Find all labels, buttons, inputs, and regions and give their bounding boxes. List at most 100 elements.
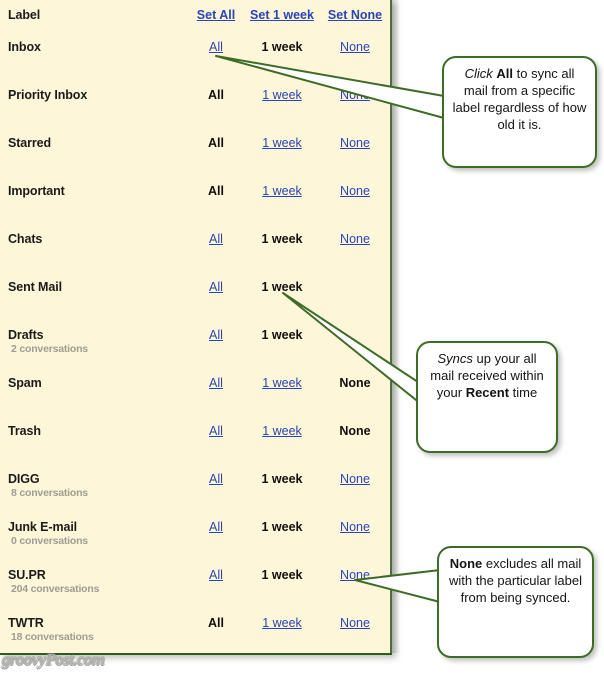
table-row: Spam All 1 week None xyxy=(0,376,392,424)
row-label-inbox: Inbox xyxy=(8,40,41,54)
option-1week-important[interactable]: 1 week xyxy=(244,184,320,198)
option-none-chats-text[interactable]: None xyxy=(340,232,370,246)
table-row: Starred All 1 week None xyxy=(0,136,392,184)
option-1week-sent-mail-text: 1 week xyxy=(261,280,303,294)
option-all-drafts-text[interactable]: All xyxy=(209,328,223,342)
set-1week-button[interactable]: Set 1 week xyxy=(244,8,320,22)
table-row: Drafts 2 conversations All 1 week xyxy=(0,328,392,376)
option-1week-inbox: 1 week xyxy=(244,40,320,54)
option-all-drafts[interactable]: All xyxy=(180,328,252,342)
row-label-sent-mail: Sent Mail xyxy=(8,280,62,294)
option-all-priority-inbox-text: All xyxy=(208,88,224,102)
table-row: Sent Mail All 1 week xyxy=(0,280,392,328)
option-none-twtr-text[interactable]: None xyxy=(340,616,370,630)
table-row: DIGG 8 conversations All 1 week None xyxy=(0,472,392,520)
callout-syncs-recent: Syncs up your all mail received within y… xyxy=(416,341,558,453)
table-row: Important All 1 week None xyxy=(0,184,392,232)
option-1week-starred-text[interactable]: 1 week xyxy=(262,136,302,150)
row-label-important: Important xyxy=(8,184,65,198)
option-1week-digg-text: 1 week xyxy=(261,472,303,486)
option-1week-drafts-text: 1 week xyxy=(261,328,303,342)
row-label-junk-e-mail: Junk E-mail xyxy=(8,520,78,534)
option-1week-priority-inbox[interactable]: 1 week xyxy=(244,88,320,102)
option-none-digg-text[interactable]: None xyxy=(340,472,370,486)
option-all-important-text: All xyxy=(208,184,224,198)
option-1week-su-pr-text: 1 week xyxy=(261,568,303,582)
option-1week-spam[interactable]: 1 week xyxy=(244,376,320,390)
option-all-starred-text: All xyxy=(208,136,224,150)
row-label-spam: Spam xyxy=(8,376,42,390)
option-none-twtr[interactable]: None xyxy=(320,616,390,630)
option-all-chats[interactable]: All xyxy=(180,232,252,246)
option-1week-important-text[interactable]: 1 week xyxy=(262,184,302,198)
option-none-spam: None xyxy=(320,376,390,390)
set-1week-label[interactable]: Set 1 week xyxy=(250,8,314,22)
option-1week-priority-inbox-text[interactable]: 1 week xyxy=(262,88,302,102)
table-row: Inbox All 1 week None xyxy=(0,40,392,88)
option-none-junk-e-mail-text[interactable]: None xyxy=(340,520,370,534)
option-none-priority-inbox-text[interactable]: None xyxy=(340,88,370,102)
option-all-junk-e-mail-text[interactable]: All xyxy=(209,520,223,534)
option-none-su-pr[interactable]: None xyxy=(320,568,390,582)
option-all-chats-text[interactable]: All xyxy=(209,232,223,246)
table-row: Priority Inbox All 1 week None xyxy=(0,88,392,136)
table-row: Junk E-mail 0 conversations All 1 week None xyxy=(0,520,392,568)
option-all-su-pr[interactable]: All xyxy=(180,568,252,582)
option-none-important[interactable]: None xyxy=(320,184,390,198)
table-row: Chats All 1 week None xyxy=(0,232,392,280)
option-all-sent-mail[interactable]: All xyxy=(180,280,252,294)
option-1week-trash[interactable]: 1 week xyxy=(244,424,320,438)
option-all-inbox[interactable]: All xyxy=(180,40,252,54)
set-none-button[interactable]: Set None xyxy=(320,8,390,22)
option-1week-spam-text[interactable]: 1 week xyxy=(262,376,302,390)
option-none-su-pr-text[interactable]: None xyxy=(340,568,370,582)
option-all-spam[interactable]: All xyxy=(180,376,252,390)
option-all-inbox-text[interactable]: All xyxy=(209,40,223,54)
option-all-digg-text[interactable]: All xyxy=(209,472,223,486)
option-1week-twtr[interactable]: 1 week xyxy=(244,616,320,630)
option-all-spam-text[interactable]: All xyxy=(209,376,223,390)
option-none-starred[interactable]: None xyxy=(320,136,390,150)
option-1week-starred[interactable]: 1 week xyxy=(244,136,320,150)
option-all-twtr: All xyxy=(180,616,252,630)
row-label-drafts: Drafts xyxy=(8,328,44,342)
sync-settings-panel: Label Set All Set 1 week Set None Inbox All 1 … xyxy=(0,0,400,655)
option-all-trash[interactable]: All xyxy=(180,424,252,438)
option-1week-chats: 1 week xyxy=(244,232,320,246)
option-all-junk-e-mail[interactable]: All xyxy=(180,520,252,534)
option-none-inbox-text[interactable]: None xyxy=(340,40,370,54)
option-none-spam-text: None xyxy=(339,376,371,390)
option-1week-sent-mail: 1 week xyxy=(244,280,320,294)
option-none-digg[interactable]: None xyxy=(320,472,390,486)
callout-none-excludes: None excludes all mail with the particul… xyxy=(437,546,594,658)
option-none-trash: None xyxy=(320,424,390,438)
option-none-junk-e-mail[interactable]: None xyxy=(320,520,390,534)
row-conversation-count-digg: 8 conversations xyxy=(11,487,88,499)
option-1week-trash-text[interactable]: 1 week xyxy=(262,424,302,438)
option-none-inbox[interactable]: None xyxy=(320,40,390,54)
row-label-trash: Trash xyxy=(8,424,41,438)
option-none-chats[interactable]: None xyxy=(320,232,390,246)
option-all-trash-text[interactable]: All xyxy=(209,424,223,438)
option-none-starred-text[interactable]: None xyxy=(340,136,370,150)
row-label-starred: Starred xyxy=(8,136,52,150)
set-all-label[interactable]: Set All xyxy=(197,8,235,22)
option-1week-junk-e-mail-text: 1 week xyxy=(261,520,303,534)
row-label-twtr: TWTR xyxy=(8,616,44,630)
set-none-label[interactable]: Set None xyxy=(328,8,382,22)
option-all-sent-mail-text[interactable]: All xyxy=(209,280,223,294)
option-all-twtr-text: All xyxy=(208,616,224,630)
column-header-label: Label xyxy=(8,8,41,22)
row-conversation-count-drafts: 2 conversations xyxy=(11,343,88,355)
option-none-important-text[interactable]: None xyxy=(340,184,370,198)
option-all-su-pr-text[interactable]: All xyxy=(209,568,223,582)
option-all-digg[interactable]: All xyxy=(180,472,252,486)
callout-click-all: Click All to sync all mail from a specif… xyxy=(442,56,597,168)
option-1week-digg: 1 week xyxy=(244,472,320,486)
row-conversation-count-twtr: 18 conversations xyxy=(11,631,94,643)
table-row: Trash All 1 week None xyxy=(0,424,392,472)
option-1week-twtr-text[interactable]: 1 week xyxy=(262,616,302,630)
set-all-button[interactable]: Set All xyxy=(180,8,252,22)
row-label-priority-inbox: Priority Inbox xyxy=(8,88,88,102)
option-none-priority-inbox[interactable]: None xyxy=(320,88,390,102)
